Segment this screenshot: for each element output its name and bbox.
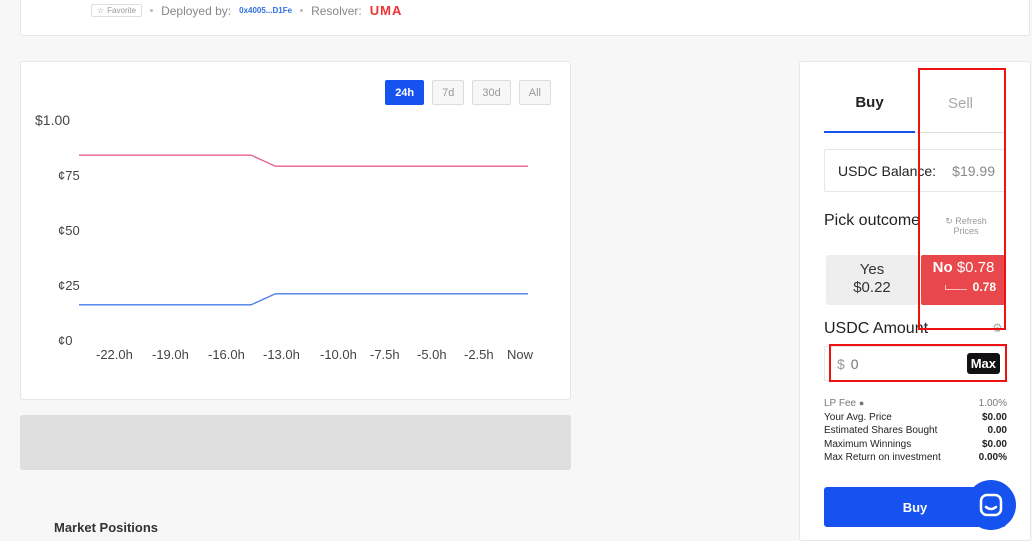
market-header-card: ☆ Favorite Deployed by: 0x4005...D1Fe Re… bbox=[20, 0, 1030, 36]
separator-dot bbox=[300, 9, 304, 12]
stat-row: LP Fee ● 1.00% bbox=[824, 397, 1007, 411]
trade-tabs: Buy Sell bbox=[824, 62, 1006, 133]
range-24h-button[interactable]: 24h bbox=[385, 80, 425, 105]
loading-placeholder bbox=[20, 415, 571, 470]
max-button[interactable]: Max bbox=[966, 353, 1000, 374]
stat-value: 1.00% bbox=[978, 398, 1007, 410]
balance-value: $19.99 bbox=[952, 162, 995, 179]
usdc-amount-field: $ Max bbox=[824, 346, 1006, 381]
pick-outcome-label: Pick outcome bbox=[824, 212, 921, 229]
stat-row: Estimated Shares Bought 0.00 bbox=[824, 424, 1007, 438]
stat-row: Maximum Winnings $0.00 bbox=[824, 438, 1007, 452]
x-tick-label: -5.0h bbox=[417, 347, 447, 362]
stat-label: Max Return on investment bbox=[824, 452, 941, 464]
usdc-balance-box: USDC Balance: $19.99 bbox=[824, 149, 1006, 192]
outcome-no-shares: 0.78 bbox=[972, 280, 996, 294]
stat-value: 0.00 bbox=[987, 425, 1007, 437]
y-tick-label: ¢0 bbox=[58, 333, 72, 348]
y-tick-label: ¢25 bbox=[58, 278, 80, 293]
usdc-amount-label: USDC Amount bbox=[824, 320, 929, 337]
x-tick-label: -2.5h bbox=[464, 347, 494, 362]
no-price-series-line bbox=[79, 154, 528, 167]
refresh-prices-button[interactable]: ↻ Refresh Prices bbox=[938, 216, 994, 236]
star-icon: ☆ bbox=[97, 6, 105, 15]
time-range-selector: 24h 7d 30d All bbox=[385, 80, 551, 105]
x-tick-label: -13.0h bbox=[263, 347, 300, 362]
stat-row: Max Return on investment 0.00% bbox=[824, 451, 1007, 465]
outcome-yes-price: $0.22 bbox=[853, 279, 891, 296]
stat-label: LP Fee bbox=[824, 398, 857, 410]
tab-buy[interactable]: Buy bbox=[824, 62, 915, 133]
outcome-yes-name: Yes bbox=[859, 261, 885, 278]
stat-value: 0.00% bbox=[978, 452, 1007, 464]
uma-logo[interactable]: UMA bbox=[370, 3, 403, 18]
outcome-no-name: No bbox=[932, 259, 953, 276]
outcome-no-button[interactable]: No $0.78 0.78 bbox=[921, 255, 1006, 305]
price-chart-card: $1.00 ¢75 ¢50 ¢25 ¢0 -22.0h -19.0h -16.0h -13.0h… bbox=[20, 61, 571, 400]
stat-value: $0.00 bbox=[981, 438, 1007, 450]
price-chart: $1.00 ¢75 ¢50 ¢25 ¢0 -22.0h -19.0h -16.0h -13.0h… bbox=[35, 112, 534, 362]
chat-launcher-button[interactable] bbox=[966, 480, 1016, 530]
favorite-label: Favorite bbox=[107, 6, 137, 15]
resolver-label: Resolver: bbox=[311, 3, 362, 18]
refresh-label: Refresh Prices bbox=[953, 216, 987, 236]
outcome-no-price: $0.78 bbox=[956, 259, 995, 276]
market-positions-title: Market Positions bbox=[54, 520, 159, 535]
deployer-address-link[interactable]: 0x4005...D1Fe bbox=[239, 6, 292, 15]
x-tick-label: -7.5h bbox=[370, 347, 400, 362]
info-icon: ● bbox=[858, 398, 865, 409]
x-tick-label: Now bbox=[507, 347, 534, 362]
stat-label: Estimated Shares Bought bbox=[824, 425, 938, 437]
gear-icon[interactable]: ⚙ bbox=[992, 321, 1003, 335]
yes-price-series-line bbox=[79, 293, 528, 306]
favorite-button[interactable]: ☆ Favorite bbox=[91, 4, 143, 17]
deployed-label: Deployed by: bbox=[161, 3, 232, 18]
trade-stats: LP Fee ● 1.00% Your Avg. Price $0.00 Est… bbox=[824, 397, 1007, 465]
trade-panel: Buy Sell USDC Balance: $19.99 Pick outco… bbox=[799, 61, 1031, 541]
stat-label: Maximum Winnings bbox=[824, 438, 912, 450]
range-30d-button[interactable]: 30d bbox=[472, 80, 511, 105]
shares-indicator-icon bbox=[944, 284, 967, 290]
y-tick-label: ¢75 bbox=[58, 168, 80, 183]
stat-label: Your Avg. Price bbox=[824, 411, 892, 423]
separator-dot bbox=[150, 9, 154, 12]
refresh-icon: ↻ bbox=[945, 216, 953, 226]
stat-value: $0.00 bbox=[981, 411, 1007, 423]
x-tick-label: -19.0h bbox=[152, 347, 189, 362]
range-7d-button[interactable]: 7d bbox=[432, 80, 465, 105]
stat-row: Your Avg. Price $0.00 bbox=[824, 411, 1007, 425]
market-meta: ☆ Favorite Deployed by: 0x4005...D1Fe Re… bbox=[91, 3, 402, 18]
x-tick-label: -22.0h bbox=[96, 347, 133, 362]
currency-symbol: $ bbox=[837, 355, 845, 372]
x-tick-label: -16.0h bbox=[208, 347, 245, 362]
usdc-amount-input[interactable] bbox=[850, 355, 951, 372]
chat-icon bbox=[979, 493, 1003, 517]
x-tick-label: -10.0h bbox=[320, 347, 357, 362]
outcome-yes-button[interactable]: Yes $0.22 bbox=[826, 255, 918, 305]
y-tick-label: ¢50 bbox=[58, 223, 80, 238]
range-all-button[interactable]: All bbox=[518, 80, 551, 105]
tab-sell[interactable]: Sell bbox=[915, 62, 1006, 132]
y-tick-label: $1.00 bbox=[35, 112, 70, 128]
balance-label: USDC Balance: bbox=[838, 162, 937, 179]
